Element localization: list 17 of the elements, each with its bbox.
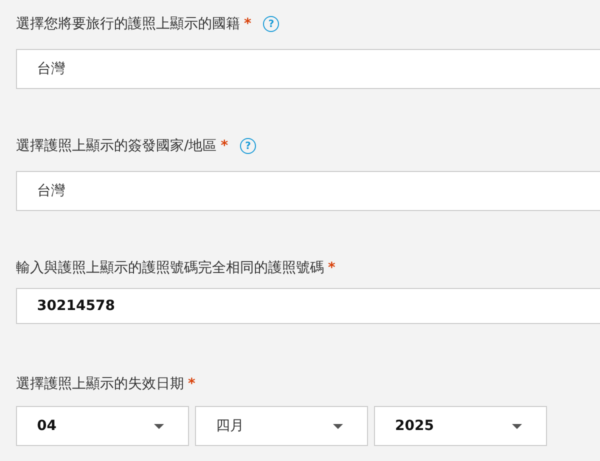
required-mark: * <box>328 260 336 276</box>
field-label: 選擇您將要旅行的護照上顯示的國籍 <box>16 15 240 33</box>
caret-icon <box>512 424 522 428</box>
required-mark: * <box>188 376 196 392</box>
date-dropdown[interactable]: 04 <box>16 406 189 446</box>
field-label: 輸入與護照上顯示的護照號碼完全相同的護照號碼 <box>16 259 324 277</box>
select-field[interactable]: 台灣 <box>16 49 600 89</box>
date-dropdown[interactable]: 2025 <box>374 406 547 446</box>
field-label: 選擇護照上顯示的簽發國家/地區 <box>16 137 217 155</box>
required-mark: * <box>220 138 228 154</box>
select-field[interactable]: 台灣 <box>16 171 600 211</box>
required-mark: * <box>244 16 252 32</box>
caret-icon <box>154 424 164 428</box>
date-dropdown[interactable]: 四月 <box>195 406 368 446</box>
field-label: 選擇護照上顯示的失效日期 <box>16 375 184 393</box>
input-field[interactable]: 30214578 <box>16 288 600 324</box>
caret-icon <box>333 424 343 428</box>
